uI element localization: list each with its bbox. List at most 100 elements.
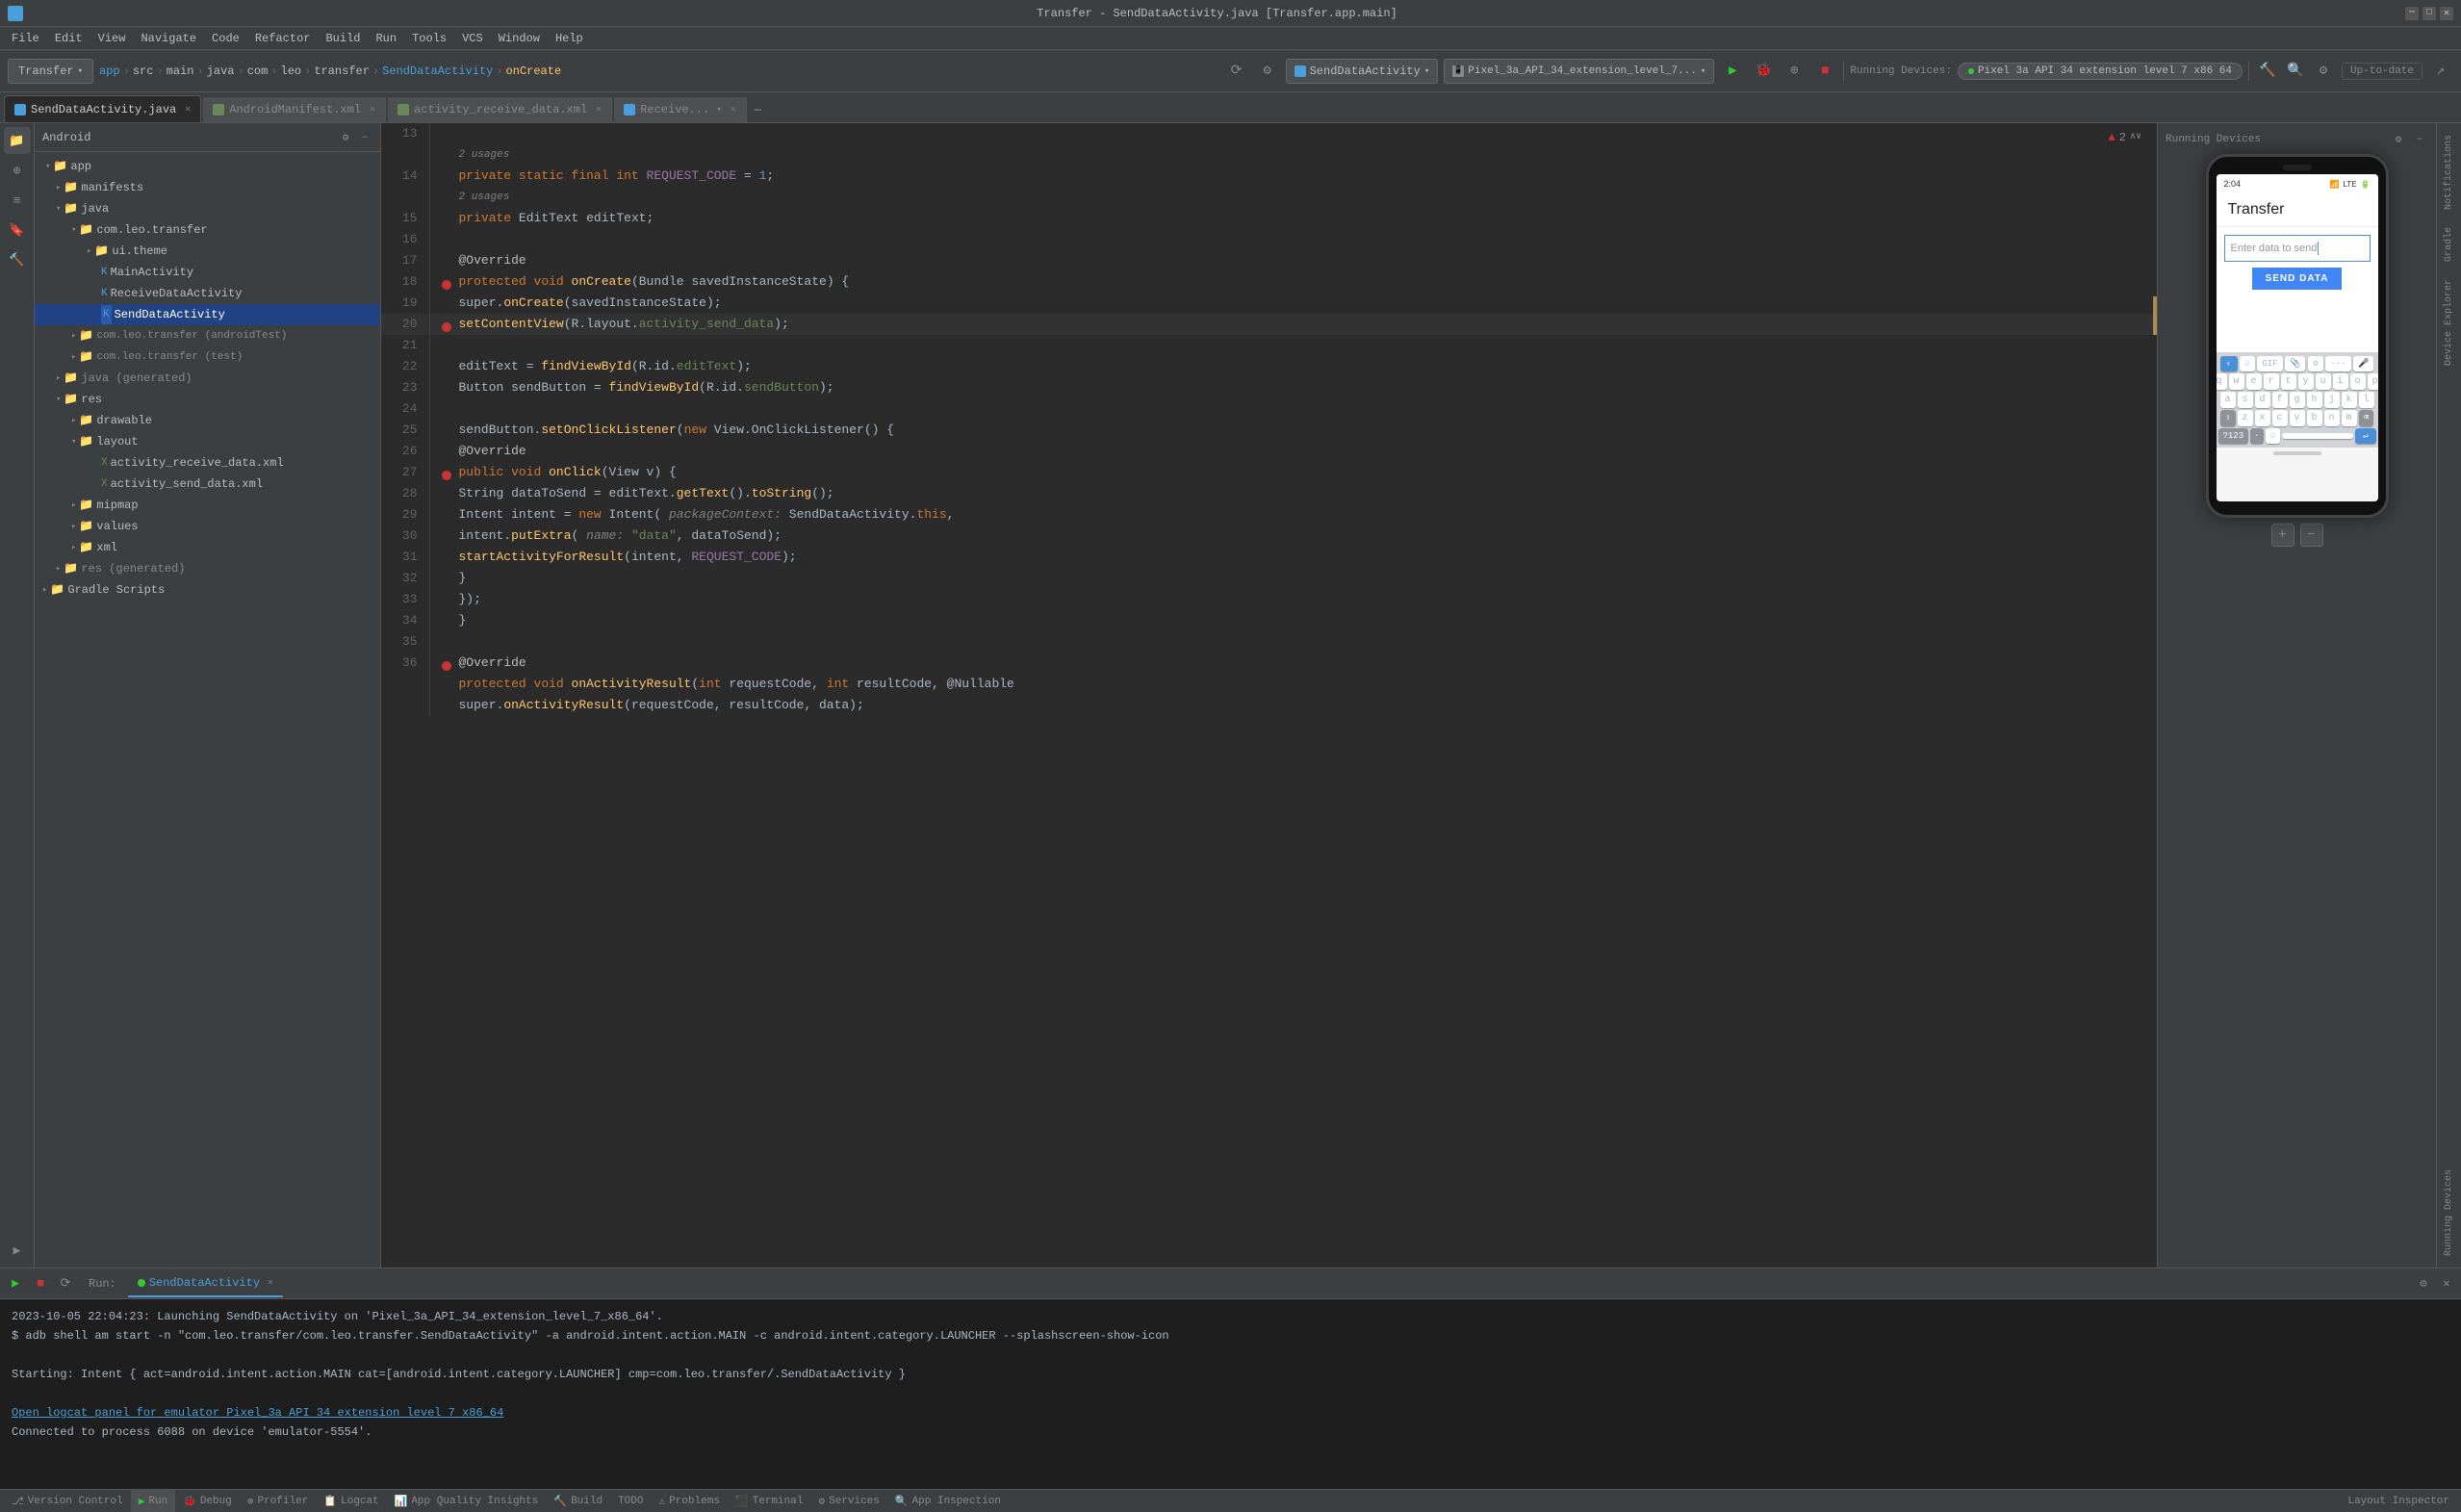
problems-status-btn[interactable]: ⚠ Problems [651,1490,727,1512]
services-status-btn[interactable]: ⚙ Services [810,1490,886,1512]
breadcrumb-java[interactable]: java [207,64,235,78]
breadcrumb-method[interactable]: onCreate [506,64,562,78]
build-status-btn[interactable]: 🔨 Build [546,1490,610,1512]
kb-r[interactable]: r [2264,373,2279,390]
debug-status-btn[interactable]: 🐞 Debug [175,1490,240,1512]
settings-icon2[interactable]: ⚙ [2311,59,2336,84]
tree-item-values[interactable]: ▸ 📁 values [35,516,380,537]
expand-icon2[interactable]: ↗ [2428,59,2453,84]
tab-send-data-activity[interactable]: SendDataActivity.java ✕ [4,95,201,122]
kb-g[interactable]: g [2290,392,2305,408]
code-editor-area[interactable]: ▲2∧∨ 13 2 usages 14 [381,123,2157,1268]
tree-item-layout[interactable]: ▾ 📁 layout [35,431,380,452]
tree-item-activity-receive-xml[interactable]: X activity_receive_data.xml [35,452,380,474]
debug-button[interactable]: 🐞 [1751,59,1776,84]
breadcrumb-src[interactable]: src [133,64,154,78]
kb-settings-btn[interactable]: ⚙ [2308,356,2322,372]
menu-run[interactable]: Run [368,30,404,47]
notifications-panel-btn[interactable]: Notifications [2444,127,2454,218]
tree-item-res[interactable]: ▾ 📁 res [35,389,380,410]
tab-manifest[interactable]: AndroidManifest.xml ✕ [203,97,386,122]
tree-item-java[interactable]: ▾ 📁 java [35,198,380,219]
tree-item-receive-activity[interactable]: K ReceiveDataActivity [35,283,380,304]
menu-edit[interactable]: Edit [47,30,90,47]
emulator-minimize-icon[interactable]: – [2411,131,2428,148]
tree-item-app[interactable]: ▾ 📁 app [35,156,380,177]
device-chip[interactable]: Pixel 3a API 34 extension level 7 x86 64 [1958,63,2243,80]
kb-o[interactable]: o [2350,373,2366,390]
run-button[interactable]: ▶ [1720,59,1745,84]
kb-123[interactable]: ?123 [2218,428,2249,444]
tab-activity-receive[interactable]: activity_receive_data.xml ✕ [388,97,612,122]
kb-q[interactable]: q [2217,373,2227,390]
project-selector[interactable]: Transfer ▾ [8,59,93,84]
tab-close-4[interactable]: ✕ [731,104,736,115]
kb-c[interactable]: c [2272,410,2288,426]
tree-item-res-gen[interactable]: ▸ 📁 res (generated) [35,558,380,579]
tree-item-com-leo-transfer[interactable]: ▾ 📁 com.leo.transfer [35,219,380,241]
tree-item-ui-theme[interactable]: ▸ 📁 ui.theme [35,241,380,262]
breadcrumb-leo[interactable]: leo [281,64,302,78]
tree-item-main-activity[interactable]: K MainActivity [35,262,380,283]
bottom-panel-gear[interactable]: ⚙ [2413,1273,2434,1294]
menu-build[interactable]: Build [318,30,368,47]
settings-icon[interactable]: ⚙ [1255,59,1280,84]
sync-icon[interactable]: ⟳ [1224,59,1249,84]
menu-vcs[interactable]: VCS [454,30,491,47]
kb-emoji-icon[interactable]: ☺ [2240,356,2254,372]
tree-item-activity-send-xml[interactable]: X activity_send_data.xml [35,474,380,495]
panel-gear-icon[interactable]: ⚙ [338,130,353,145]
run-rerun-btn[interactable]: ⟳ [54,1272,77,1295]
tree-item-mipmap[interactable]: ▸ 📁 mipmap [35,495,380,516]
device-explorer-btn[interactable]: Device Explorer [2444,271,2454,373]
project-tool-btn[interactable]: 📁 [4,127,31,154]
kb-n[interactable]: n [2324,410,2340,426]
console-logcat-link[interactable]: Open logcat panel for emulator Pixel_3a … [12,1403,2449,1422]
maximize-button[interactable]: □ [2423,7,2436,20]
close-button[interactable]: ✕ [2440,7,2453,20]
menu-help[interactable]: Help [548,30,591,47]
app-quality-btn[interactable]: 📊 App Quality Insights [387,1490,547,1512]
menu-window[interactable]: Window [491,30,548,47]
run-play-btn[interactable]: ▶ [4,1272,27,1295]
kb-j[interactable]: j [2324,392,2340,408]
panel-collapse-icon[interactable]: – [357,130,372,145]
profile-button[interactable]: ⊕ [1782,59,1807,84]
kb-i[interactable]: i [2333,373,2348,390]
kb-f[interactable]: f [2272,392,2288,408]
breadcrumb-com[interactable]: com [247,64,269,78]
tab-overflow[interactable]: ⋯ [749,97,767,122]
breadcrumb-main[interactable]: main [167,64,194,78]
bottom-tab-run[interactable]: Run: [79,1270,126,1297]
run-status-btn[interactable]: ▶ Run [131,1490,175,1512]
tree-item-drawable[interactable]: ▸ 📁 drawable [35,410,380,431]
kb-w[interactable]: w [2229,373,2244,390]
device-input-field[interactable]: Enter data to send [2224,235,2371,262]
tree-item-java-gen[interactable]: ▸ 📁 java (generated) [35,368,380,389]
kb-dots-btn[interactable]: ··· [2325,356,2350,372]
tab-close-3[interactable]: ✕ [596,104,602,115]
minimize-button[interactable]: ─ [2405,7,2419,20]
menu-file[interactable]: File [4,30,47,47]
run-tool-btn[interactable]: ▶ [4,1237,31,1264]
device-send-button[interactable]: SEND DATA [2224,268,2371,290]
kb-mic-btn[interactable]: 🎤 [2353,356,2373,372]
kb-shift[interactable]: ⇧ [2220,410,2235,426]
todo-status-btn[interactable]: TODO [610,1490,651,1512]
menu-refactor[interactable]: Refactor [247,30,319,47]
profiler-status-btn[interactable]: ⊕ Profiler [240,1490,316,1512]
kb-t[interactable]: t [2281,373,2296,390]
run-config-selector[interactable]: SendDataActivity ▾ [1286,59,1439,84]
kb-b[interactable]: b [2307,410,2322,426]
layout-inspector-btn[interactable]: Layout Inspector [2340,1490,2457,1512]
bottom-tab-send-data[interactable]: SendDataActivity ✕ [128,1270,283,1297]
kb-d[interactable]: d [2255,392,2270,408]
breadcrumb-app[interactable]: app [99,64,120,78]
kb-v[interactable]: v [2290,410,2305,426]
version-control-btn[interactable]: ⎇ Version Control [4,1490,131,1512]
kb-z[interactable]: z [2238,410,2253,426]
kb-smile[interactable]: ☺ [2266,428,2280,444]
device-selector[interactable]: 📱 Pixel_3a_API_34_extension_level_7... ▾ [1444,59,1714,84]
build-tool-btn[interactable]: 🔨 [4,246,31,273]
kb-clip-btn[interactable]: 📎 [2285,356,2305,372]
